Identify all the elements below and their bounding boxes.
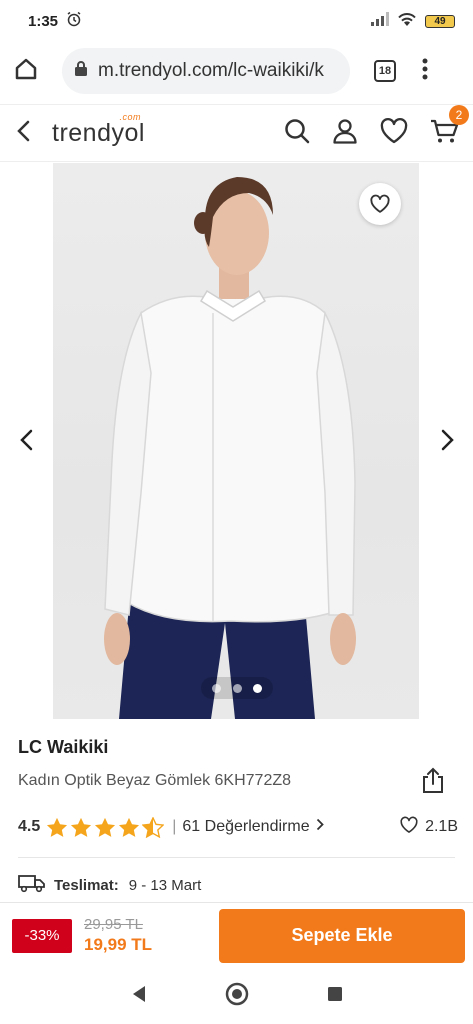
status-indicators: 49 bbox=[371, 12, 455, 31]
gallery-pagination bbox=[201, 677, 273, 699]
gallery-prev-icon[interactable] bbox=[12, 425, 42, 455]
star-icon bbox=[71, 817, 92, 837]
favorite-count[interactable]: 2.1B bbox=[399, 816, 458, 839]
app-header: trendyol .com 2 bbox=[0, 104, 473, 162]
old-price: 29,95 TL bbox=[84, 916, 143, 933]
delivery-info: Teslimat: 9 - 13 Mart bbox=[18, 873, 201, 897]
gallery-dot[interactable] bbox=[212, 683, 222, 693]
address-bar[interactable]: m.trendyol.com/lc-waikiki/k bbox=[62, 48, 350, 94]
browser-toolbar: m.trendyol.com/lc-waikiki/k 18 bbox=[0, 42, 473, 100]
heart-icon bbox=[399, 816, 419, 839]
nav-back-icon[interactable] bbox=[131, 985, 147, 1008]
divider bbox=[18, 857, 455, 858]
star-half-icon bbox=[142, 816, 165, 838]
battery-indicator: 49 bbox=[425, 14, 455, 28]
nav-recents-icon[interactable] bbox=[327, 986, 343, 1007]
nav-home-icon[interactable] bbox=[225, 982, 249, 1011]
star-icon bbox=[119, 817, 140, 837]
status-bar: 1:35 49 bbox=[0, 0, 473, 42]
gallery-dot-active[interactable] bbox=[252, 683, 262, 693]
cart-count-badge: 2 bbox=[449, 104, 469, 125]
product-gallery[interactable] bbox=[0, 163, 473, 719]
account-icon[interactable] bbox=[331, 117, 359, 150]
rating-stars bbox=[46, 816, 165, 838]
gallery-dot[interactable] bbox=[232, 683, 242, 693]
header-actions: 2 bbox=[283, 104, 469, 150]
cart-icon bbox=[429, 119, 459, 149]
product-photo[interactable] bbox=[53, 163, 419, 719]
search-icon[interactable] bbox=[283, 117, 311, 150]
price-block: 29,95 TL 19,99 TL bbox=[84, 916, 152, 955]
alarm-icon bbox=[66, 11, 82, 31]
add-to-favorites-button[interactable] bbox=[359, 183, 401, 225]
browser-menu-icon[interactable] bbox=[422, 58, 428, 84]
product-name: Kadın Optik Beyaz Gömlek 6KH772Z8 bbox=[18, 772, 292, 789]
signal-icon bbox=[371, 12, 389, 30]
system-navigation-bar bbox=[0, 968, 473, 1024]
star-icon bbox=[95, 817, 116, 837]
trendyol-logo[interactable]: trendyol .com bbox=[52, 112, 145, 148]
back-icon[interactable] bbox=[14, 119, 34, 148]
gallery-next-icon[interactable] bbox=[432, 425, 462, 455]
discount-badge: -33% bbox=[12, 918, 72, 953]
status-time: 1:35 bbox=[28, 12, 59, 30]
add-to-cart-button[interactable]: Sepete Ekle bbox=[219, 908, 465, 963]
delivery-dates: 9 - 13 Mart bbox=[128, 876, 202, 894]
delivery-label: Teslimat: bbox=[54, 876, 119, 894]
review-count: 61 Değerlendirme bbox=[182, 818, 310, 835]
home-icon[interactable] bbox=[12, 55, 40, 88]
cart-button[interactable]: 2 bbox=[429, 104, 469, 150]
chevron-right-icon bbox=[316, 818, 324, 836]
star-icon bbox=[47, 817, 68, 837]
url-text: m.trendyol.com/lc-waikiki/k bbox=[98, 60, 324, 81]
rating-row: 4.5 | 61 Değerlendirme 2.1B bbox=[18, 815, 458, 839]
wifi-icon bbox=[397, 12, 417, 31]
logo-text: trendyol bbox=[52, 118, 145, 147]
logo-suffix: .com bbox=[119, 111, 141, 122]
favorites-icon[interactable] bbox=[379, 117, 409, 150]
purchase-bar: -33% 29,95 TL 19,99 TL Sepete Ekle bbox=[0, 902, 473, 968]
tab-switcher-button[interactable]: 18 bbox=[374, 60, 396, 82]
share-icon[interactable] bbox=[421, 766, 445, 799]
reviews-link[interactable]: 61 Değerlendirme bbox=[182, 818, 324, 836]
favorite-count-value: 2.1B bbox=[425, 818, 458, 835]
delivery-truck-icon bbox=[18, 873, 46, 897]
rating-separator: | bbox=[172, 818, 177, 835]
product-brand[interactable]: LC Waikiki bbox=[18, 737, 108, 758]
lock-icon bbox=[74, 60, 88, 82]
rating-value: 4.5 bbox=[18, 818, 41, 835]
current-price: 19,99 TL bbox=[84, 935, 153, 954]
